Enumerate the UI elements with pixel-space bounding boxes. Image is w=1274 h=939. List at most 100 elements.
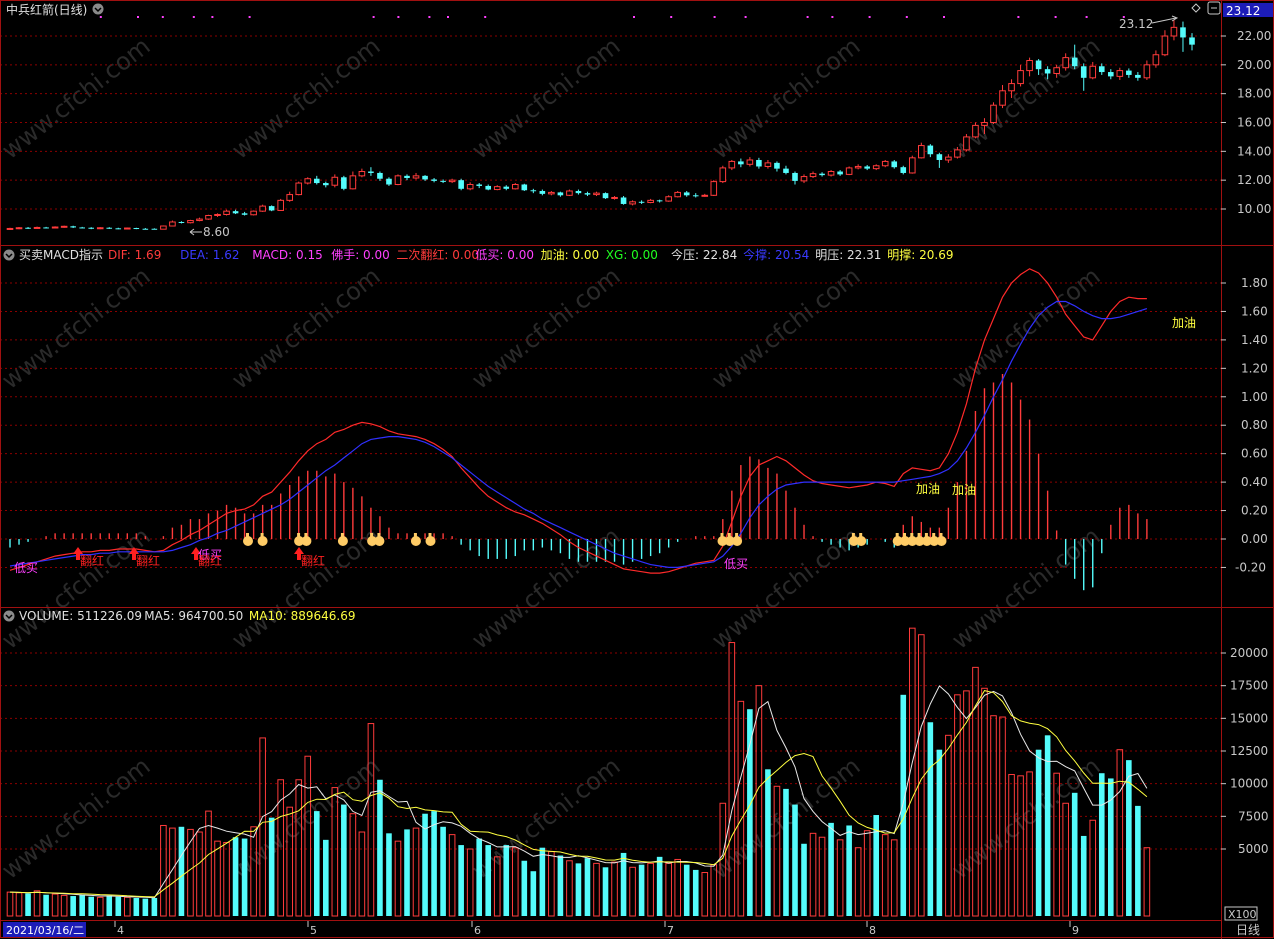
candle-body-down — [530, 190, 537, 192]
candle-body-down — [232, 211, 239, 214]
candle-body-up — [358, 171, 366, 177]
volume-bar-down — [602, 867, 609, 916]
macd-legend-item: 今压: 22.84 — [671, 247, 737, 262]
candle-body-up — [954, 149, 961, 158]
volume-bar-down — [900, 694, 907, 916]
candle-body-up — [1017, 70, 1024, 85]
volume-bar-down — [692, 869, 699, 916]
candle-body-down — [900, 167, 907, 173]
candle-body-down — [377, 172, 383, 179]
candle-body-up — [845, 167, 853, 175]
period-label[interactable]: 日线 — [1236, 923, 1260, 937]
signal-dot — [428, 16, 431, 18]
volume-bar-down — [530, 871, 537, 916]
macd-axis-label: 1.80 — [1241, 276, 1268, 290]
candle-body-down — [440, 180, 446, 182]
signal-dot — [1017, 16, 1020, 18]
candle-body-up — [1053, 67, 1060, 74]
candle-body-up — [918, 145, 925, 159]
signal-dot — [943, 16, 945, 18]
candle-body-up — [800, 176, 808, 182]
month-label: 6 — [474, 924, 481, 937]
volume-bar-down — [431, 811, 437, 916]
candle-body-up — [611, 196, 618, 199]
candle-body-down — [539, 190, 546, 194]
volume-unit-box: X100 — [1224, 906, 1258, 921]
volume-bar-down — [1080, 835, 1087, 916]
candle-body-up — [124, 227, 131, 230]
volume-bar-down — [792, 804, 798, 916]
macd-legend-item: 明压: 22.31 — [815, 248, 881, 262]
hand-finger — [304, 533, 308, 540]
volume-bar-down — [43, 894, 49, 916]
candle-body-up — [259, 205, 266, 212]
volume-bar-down — [575, 863, 582, 916]
month-label: 8 — [869, 924, 876, 937]
candle-body-up — [160, 225, 167, 230]
volume-bar-down — [178, 826, 185, 916]
macd-collapse-icon[interactable] — [3, 249, 15, 261]
volume-bar-down — [927, 722, 934, 916]
candle-body-up — [827, 171, 835, 176]
hand-finger — [924, 533, 928, 540]
volume-axis-label: 15000 — [1230, 711, 1268, 725]
candle-body-down — [115, 228, 122, 230]
candle-body-down — [792, 172, 798, 181]
candle-body-up — [412, 175, 420, 179]
candle-body-up — [51, 226, 59, 229]
volume-collapse-icon[interactable] — [3, 610, 15, 622]
hand-finger — [413, 533, 417, 540]
macd-indicator-name: 买卖MACD指示 — [19, 247, 103, 262]
volume-bar-down — [241, 838, 248, 916]
candle-body-down — [638, 201, 645, 203]
volume-legend-item: MA10: 889646.69 — [249, 609, 356, 623]
price-axis-label: 12.00 — [1237, 173, 1271, 187]
candle-body-down — [25, 227, 31, 229]
candle-body-up — [187, 220, 194, 224]
volume-bar-down — [458, 845, 464, 916]
hand-finger — [370, 533, 374, 540]
candle-body-down — [503, 186, 510, 189]
candle-body-down — [268, 206, 275, 211]
volume-bar-down — [656, 856, 663, 916]
signal-dot — [806, 16, 809, 18]
candle-body-up — [710, 181, 718, 196]
macd-legend-item: 今撑: 20.54 — [743, 247, 809, 262]
price-panel-title: 中兵红箭(日线) — [6, 2, 87, 17]
start-date-label: 2021/03/16/二 — [6, 924, 84, 937]
candle-body-up — [701, 194, 709, 197]
candle-body-up — [196, 218, 203, 222]
candle-body-up — [548, 191, 555, 195]
volume-bar-down — [620, 852, 627, 916]
volume-bar-down — [151, 898, 158, 916]
candle-body-down — [1098, 66, 1105, 73]
signal-dot — [192, 16, 195, 18]
candle-body-down — [1189, 37, 1195, 45]
volume-bar-down — [539, 847, 546, 916]
candle-body-up — [511, 183, 519, 190]
candle-body-up — [493, 186, 501, 191]
candle-body-up — [1143, 64, 1151, 79]
volume-bar-down — [341, 804, 347, 916]
candle-body-down — [1126, 70, 1132, 75]
month-label: 4 — [117, 924, 124, 937]
candle-body-down — [584, 193, 591, 195]
candle-body-up — [295, 182, 303, 196]
candle-body-down — [774, 162, 780, 169]
volume-axis-label: 20000 — [1230, 646, 1268, 660]
candle-body-up — [33, 226, 41, 229]
candle-body-down — [1180, 27, 1186, 38]
signal-dot — [1054, 16, 1057, 18]
signal-dot — [372, 16, 375, 18]
hand-finger — [246, 533, 249, 540]
hand-finger — [932, 533, 936, 540]
volume-bar-down — [115, 896, 122, 916]
candle-body-up — [908, 157, 916, 174]
turn-red-signal: 翻红 — [80, 553, 104, 568]
volume-bar-down — [106, 895, 113, 916]
volume-bar-down — [485, 845, 492, 916]
collapse-icon[interactable] — [92, 3, 104, 15]
macd-legend-item: MACD: 0.15 — [252, 248, 323, 262]
stock-chart[interactable]: www.cfchi.com www.cfchi.com www.cfchi.com w… — [0, 0, 1274, 939]
volume-bar-down — [846, 825, 852, 916]
